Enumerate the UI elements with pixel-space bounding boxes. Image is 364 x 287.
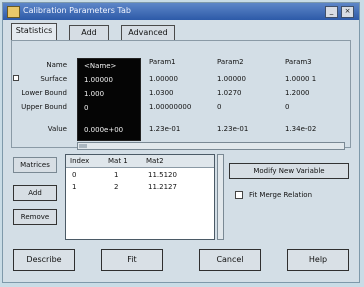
close-icon[interactable]: × bbox=[341, 6, 354, 18]
list-cell[interactable]: 2 bbox=[114, 183, 118, 191]
column-header[interactable]: Param3 bbox=[285, 58, 312, 66]
matrix-list[interactable]: Index Mat 1 Mat2 0 1 11.5120 1 2 11.2127 bbox=[65, 154, 215, 240]
grid-cell[interactable]: 1.2000 bbox=[285, 89, 310, 97]
vertical-scrollbar[interactable] bbox=[217, 154, 224, 240]
grid-cell[interactable]: <Name> bbox=[84, 62, 116, 70]
fit-merge-checkbox[interactable] bbox=[235, 191, 243, 199]
grid-cell[interactable]: 0 bbox=[84, 104, 88, 112]
tab-advanced[interactable]: Advanced bbox=[121, 25, 175, 40]
list-cell[interactable]: 0 bbox=[72, 171, 76, 179]
column-header[interactable]: Mat 1 bbox=[108, 157, 128, 165]
grid-cell[interactable]: 1.23e-01 bbox=[149, 125, 180, 133]
grid-cell[interactable]: 1.0000 1 bbox=[285, 75, 316, 83]
minimize-icon[interactable]: _ bbox=[325, 6, 338, 18]
window-title: Calibration Parameters Tab bbox=[23, 6, 131, 15]
grid-cell[interactable]: 1.00000 bbox=[217, 75, 246, 83]
grid-cell[interactable]: 0.000e+00 bbox=[84, 126, 123, 134]
grid-cell[interactable]: 1.00000 bbox=[149, 75, 178, 83]
describe-button[interactable]: Describe bbox=[13, 249, 75, 271]
grid-cell[interactable]: 1.0270 bbox=[217, 89, 242, 97]
app-icon bbox=[7, 6, 20, 18]
fit-merge-label: Fit Merge Relation bbox=[249, 191, 313, 199]
modify-variable-button[interactable]: Modify New Variable bbox=[229, 163, 349, 179]
grid-cell[interactable]: 0 bbox=[285, 103, 289, 111]
row-label-name: Name bbox=[46, 61, 67, 69]
horizontal-scrollbar[interactable] bbox=[77, 142, 345, 150]
list-cell[interactable]: 11.2127 bbox=[148, 183, 177, 191]
column-header[interactable]: Param1 bbox=[149, 58, 176, 66]
surface-checkbox[interactable] bbox=[13, 75, 19, 81]
cancel-button[interactable]: Cancel bbox=[199, 249, 261, 271]
help-button[interactable]: Help bbox=[287, 249, 349, 271]
grid-cell[interactable]: 1.23e-01 bbox=[217, 125, 248, 133]
add-button[interactable]: Add bbox=[13, 185, 57, 201]
row-label-surface: Surface bbox=[40, 75, 67, 83]
grid-cell[interactable]: 1.00000000 bbox=[149, 103, 191, 111]
list-cell[interactable]: 11.5120 bbox=[148, 171, 177, 179]
tab-statistics[interactable]: Statistics bbox=[11, 23, 57, 40]
grid-cell[interactable]: 1.000 bbox=[84, 90, 104, 98]
column-header[interactable]: Index bbox=[70, 157, 89, 165]
scrollbar-thumb[interactable] bbox=[79, 144, 87, 148]
list-header: Index Mat 1 Mat2 bbox=[66, 155, 214, 168]
grid-cell[interactable]: 0 bbox=[217, 103, 221, 111]
grid-cell[interactable]: 1.0300 bbox=[149, 89, 174, 97]
fit-button[interactable]: Fit bbox=[101, 249, 163, 271]
row-label-upper-bound: Upper Bound bbox=[21, 103, 67, 111]
grid-cell[interactable]: 1.34e-02 bbox=[285, 125, 316, 133]
row-label-lower-bound: Lower Bound bbox=[21, 89, 67, 97]
row-label-value: Value bbox=[47, 125, 67, 133]
grid-cell[interactable]: 1.00000 bbox=[84, 76, 113, 84]
tab-add[interactable]: Add bbox=[69, 25, 109, 40]
dialog-window: Calibration Parameters Tab _ × Statistic… bbox=[2, 2, 360, 283]
selected-column[interactable]: <Name> 1.00000 1.000 0 0.000e+00 bbox=[77, 58, 141, 141]
title-bar[interactable]: Calibration Parameters Tab _ × bbox=[3, 3, 359, 20]
column-header[interactable]: Mat2 bbox=[146, 157, 164, 165]
list-cell[interactable]: 1 bbox=[72, 183, 76, 191]
list-cell[interactable]: 1 bbox=[114, 171, 118, 179]
matrices-button[interactable]: Matrices bbox=[13, 157, 57, 173]
remove-button[interactable]: Remove bbox=[13, 209, 57, 225]
column-header[interactable]: Param2 bbox=[217, 58, 244, 66]
